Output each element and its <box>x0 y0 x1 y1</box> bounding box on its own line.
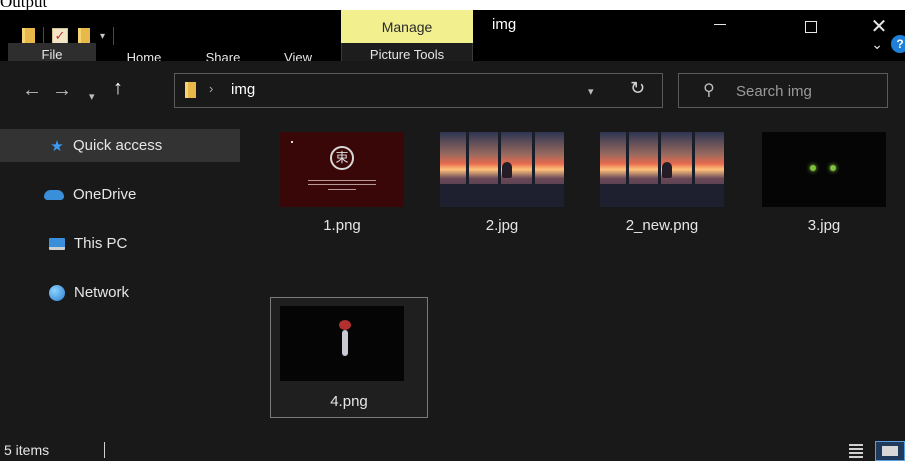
file-name: 3.jpg <box>807 217 841 234</box>
navigation-pane: ★ Quick access OneDrive This PC Network <box>0 121 256 430</box>
maximize-icon <box>805 20 817 33</box>
emblem-icon: 束 <box>330 146 354 170</box>
sidebar-item-network[interactable]: Network <box>0 276 240 309</box>
address-bar[interactable]: › img ▾ ↻ <box>174 73 663 108</box>
customize-dropdown-icon[interactable]: ▾ <box>100 31 105 42</box>
thumb-detail <box>662 162 672 178</box>
thumb-detail <box>502 162 512 178</box>
address-dropdown-icon[interactable]: ▾ <box>588 85 594 98</box>
help-icon[interactable]: ? <box>891 35 905 53</box>
expand-ribbon-icon[interactable]: ⌄ <box>871 36 883 53</box>
sidebar-item-label: Quick access <box>73 137 163 154</box>
navigation-bar: ← → ▾ ↑ › img ▾ ↻ ⚲ <box>0 61 905 121</box>
file-explorer-window: ✓ ▾ Manage img ✕ File Home Share View Pi… <box>0 10 905 461</box>
computer-icon <box>49 237 65 250</box>
up-arrow-icon[interactable]: ↑ <box>113 78 123 98</box>
file-list: 束 1.png 2.jpg 2_new.png 3.jpg 4.png <box>256 121 905 430</box>
file-item[interactable]: 4.png <box>270 297 428 418</box>
thumb-detail <box>810 165 816 171</box>
file-name: 2.jpg <box>485 217 519 234</box>
star-icon: ★ <box>50 137 64 155</box>
output-heading: Output <box>0 0 48 10</box>
back-arrow-icon[interactable]: ← <box>22 80 42 100</box>
properties-check-icon[interactable]: ✓ <box>52 28 68 44</box>
file-name: 4.png <box>330 393 368 410</box>
recent-locations-chevron-icon[interactable]: ▾ <box>89 87 95 107</box>
folder-icon <box>185 82 196 98</box>
thumb-detail <box>882 446 898 456</box>
thumb-detail <box>308 184 376 185</box>
folder-icon[interactable] <box>22 27 35 45</box>
thumb-detail <box>600 184 724 207</box>
thumb-detail <box>328 189 356 190</box>
file-item[interactable]: 3.jpg <box>738 121 898 241</box>
sidebar-item-label: Network <box>74 284 130 301</box>
thumb-detail <box>339 320 351 330</box>
title-bar: ✓ ▾ Manage img ✕ File Home Share View Pi… <box>0 10 905 66</box>
top-label-strip: Output <box>0 0 905 10</box>
status-bar: 5 items <box>0 430 905 461</box>
ribbon-right-controls: ⌄ ? <box>871 35 905 53</box>
thumb-detail <box>342 330 348 356</box>
thumb-detail <box>440 184 564 207</box>
item-count: 5 items <box>4 442 50 458</box>
window-title: img <box>492 16 517 33</box>
thumbnail-image <box>600 132 724 207</box>
file-item[interactable]: 2_new.png <box>576 121 736 241</box>
refresh-icon[interactable]: ↻ <box>630 78 645 99</box>
search-box[interactable]: ⚲ <box>678 73 888 108</box>
forward-arrow-icon[interactable]: → <box>52 80 72 100</box>
file-item[interactable]: 2.jpg <box>416 121 576 241</box>
thumbnail-image <box>440 132 564 207</box>
thumb-detail <box>308 180 376 181</box>
large-icons-view-icon[interactable] <box>875 441 905 461</box>
cloud-icon <box>44 189 64 200</box>
sidebar-item-quick-access[interactable]: ★ Quick access <box>0 129 240 162</box>
breadcrumb-chevron-icon[interactable]: › <box>209 81 213 96</box>
sidebar-item-this-pc[interactable]: This PC <box>0 227 240 260</box>
sidebar-item-onedrive[interactable]: OneDrive <box>0 178 240 211</box>
file-name: 1.png <box>323 217 361 234</box>
manage-contextual-tab[interactable]: Manage <box>341 10 473 43</box>
minimize-icon <box>714 24 726 25</box>
file-name: 2_new.png <box>625 217 699 234</box>
thumbnail-image <box>280 306 404 381</box>
network-icon <box>49 284 65 301</box>
sidebar-item-label: OneDrive <box>73 186 137 203</box>
thumbnail-image: 束 <box>280 132 404 207</box>
search-input[interactable] <box>736 81 881 101</box>
search-icon: ⚲ <box>703 82 715 99</box>
file-item[interactable]: 束 1.png <box>256 121 416 241</box>
details-view-icon[interactable] <box>849 444 863 458</box>
thumb-detail <box>830 165 836 171</box>
maximize-button[interactable] <box>788 10 834 43</box>
breadcrumb-img[interactable]: img <box>231 81 255 98</box>
thumbnail-image <box>762 132 886 207</box>
new-folder-icon[interactable] <box>78 28 90 44</box>
sidebar-item-label: This PC <box>74 235 128 252</box>
minimize-button[interactable] <box>697 10 743 43</box>
status-divider <box>104 442 105 458</box>
ribbon-tabs: File Home Share View Picture Tools <box>0 43 905 66</box>
thumb-detail <box>291 141 293 143</box>
